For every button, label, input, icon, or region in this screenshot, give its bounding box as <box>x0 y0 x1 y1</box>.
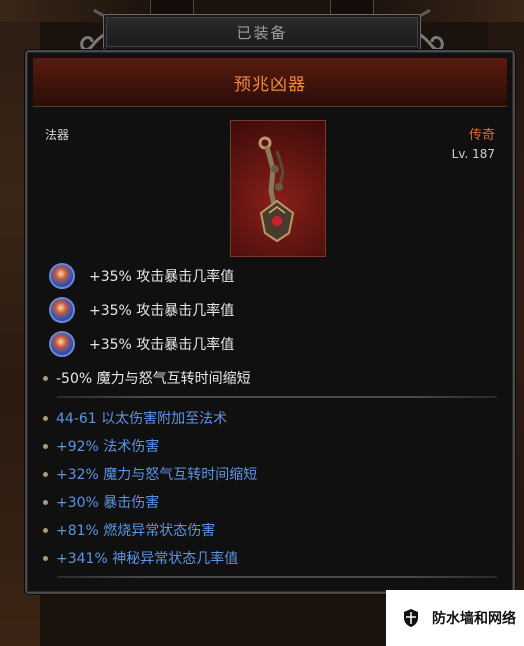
item-tooltip-panel: 预兆凶器 法器 传奇 Lv. 187 +35% 攻击暴击几率值 +35% 攻击暴… <box>25 50 515 594</box>
magic-affix-row: +341% 神秘异常状态几率值 <box>43 548 238 568</box>
scepter-icon <box>258 136 295 243</box>
gem-socket-icon <box>49 297 75 323</box>
magic-affix-row: +32% 魔力与怒气互转时间缩短 <box>43 464 257 484</box>
bullet-icon <box>43 527 48 533</box>
gem-affix-text: +35% 攻击暴击几率值 <box>89 269 235 285</box>
equipment-slot[interactable] <box>330 0 374 15</box>
gem-affix-row: +35% 攻击暴击几率值 <box>49 262 235 290</box>
magic-affix-text: 44-61 以太伤害附加至法术 <box>56 411 228 427</box>
base-affix-text: -50% 魔力与怒气互转时间缩短 <box>56 371 251 387</box>
bullet-icon <box>43 471 48 477</box>
bullet-icon <box>43 415 48 421</box>
base-affix-row: -50% 魔力与怒气互转时间缩短 <box>43 368 251 388</box>
item-name: 预兆凶器 <box>234 75 306 95</box>
bullet-icon <box>43 499 48 505</box>
magic-affix-text: +81% 燃烧异常状态伤害 <box>56 523 216 539</box>
equipped-title: 已装备 <box>236 24 288 42</box>
gem-socket-icon <box>49 263 75 289</box>
divider <box>57 576 497 578</box>
watermark-badge: 防水墙和网络 <box>386 590 524 646</box>
bullet-icon <box>43 443 48 449</box>
item-rarity: 传奇 <box>468 128 495 143</box>
gem-affix-row: +35% 攻击暴击几率值 <box>49 330 235 358</box>
bullet-icon <box>43 375 48 381</box>
magic-affix-row: +92% 法术伤害 <box>43 436 159 456</box>
magic-affix-text: +92% 法术伤害 <box>56 439 160 455</box>
divider <box>57 396 497 398</box>
item-type: 法器 <box>45 128 70 142</box>
equipped-header: 已装备 <box>103 14 421 50</box>
shield-icon <box>404 609 418 627</box>
item-title-bar: 预兆凶器 <box>33 58 507 107</box>
equipment-slot[interactable] <box>150 0 194 15</box>
magic-affix-row: +81% 燃烧异常状态伤害 <box>43 520 215 540</box>
item-level: Lv. 187 <box>451 147 495 161</box>
magic-affix-text: +32% 魔力与怒气互转时间缩短 <box>56 467 258 483</box>
gem-affix-text: +35% 攻击暴击几率值 <box>89 303 235 319</box>
watermark-text: 防水墙和网络 <box>432 611 516 627</box>
magic-affix-text: +341% 神秘异常状态几率值 <box>56 551 239 567</box>
magic-affix-text: +30% 暴击伤害 <box>56 495 160 511</box>
item-image <box>230 120 326 257</box>
magic-affix-row: +30% 暴击伤害 <box>43 492 159 512</box>
gem-socket-icon <box>49 331 75 357</box>
gem-affix-text: +35% 攻击暴击几率值 <box>89 337 235 353</box>
gem-affix-row: +35% 攻击暴击几率值 <box>49 296 235 324</box>
bullet-icon <box>43 555 48 561</box>
magic-affix-row: 44-61 以太伤害附加至法术 <box>43 408 227 428</box>
